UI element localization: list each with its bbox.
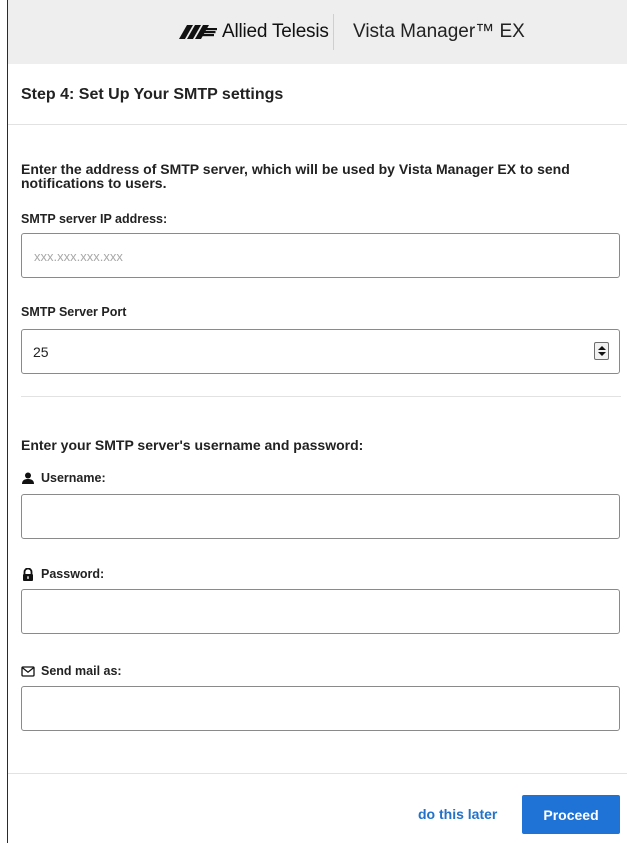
- smtp-ip-label-text: SMTP server IP address:: [21, 212, 168, 226]
- lock-icon: [21, 567, 35, 581]
- allied-telesis-logo-icon: [179, 25, 217, 39]
- smtp-auth-description: Enter your SMTP server's username and pa…: [21, 437, 364, 453]
- smtp-ip-label: SMTP server IP address:: [21, 212, 167, 226]
- username-label: Username:: [21, 471, 106, 485]
- window-edge: [7, 0, 8, 843]
- setup-wizard: Allied Telesis Vista Manager™ EX Step 4:…: [0, 0, 627, 843]
- brand-name: Allied Telesis: [222, 21, 329, 42]
- brand-logo: Allied Telesis: [179, 21, 329, 42]
- divider: [21, 396, 621, 397]
- divider: [8, 124, 627, 125]
- do-this-later-link[interactable]: do this later: [418, 806, 497, 822]
- smtp-port-label-text: SMTP Server Port: [21, 305, 127, 319]
- username-label-text: Username:: [41, 471, 106, 485]
- port-spinner-icon[interactable]: [594, 342, 609, 360]
- spinner-up-icon[interactable]: [598, 346, 606, 350]
- spinner-down-icon[interactable]: [598, 352, 606, 356]
- password-label-text: Password:: [41, 567, 105, 581]
- footer-divider: [8, 773, 627, 774]
- smtp-server-description: Enter the address of SMTP server, which …: [21, 161, 570, 191]
- smtp-ip-input[interactable]: [21, 233, 620, 278]
- envelope-icon: [21, 665, 35, 678]
- header-bar: Allied Telesis Vista Manager™ EX: [8, 0, 627, 64]
- sendas-label-text: Send mail as:: [41, 664, 122, 678]
- password-input[interactable]: [21, 589, 620, 634]
- smtp-port-input[interactable]: 25: [21, 329, 620, 374]
- header-divider: [333, 14, 334, 50]
- sendas-label: Send mail as:: [21, 664, 122, 678]
- product-name: Vista Manager™ EX: [353, 21, 525, 42]
- person-icon: [21, 472, 35, 485]
- password-label: Password:: [21, 567, 104, 581]
- username-input[interactable]: [21, 494, 620, 539]
- smtp-port-value: 25: [33, 344, 49, 360]
- sendas-input[interactable]: [21, 686, 620, 731]
- step-title: Step 4: Set Up Your SMTP settings: [21, 86, 284, 103]
- proceed-button[interactable]: Proceed: [522, 795, 620, 834]
- smtp-port-label: SMTP Server Port: [21, 305, 126, 319]
